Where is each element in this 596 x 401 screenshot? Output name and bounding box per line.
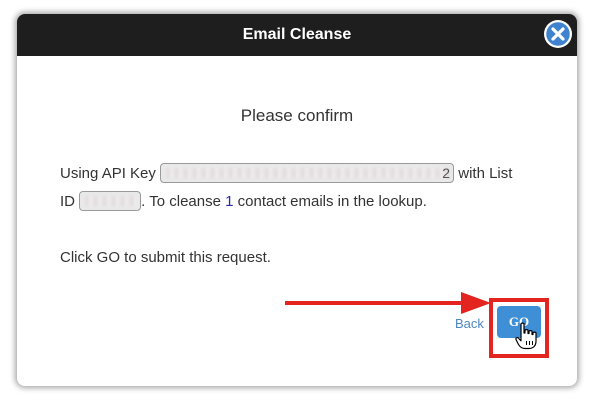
confirm-heading: Please confirm	[240, 106, 354, 125]
red-arrow-annotation	[285, 292, 491, 314]
dialog-titlebar: Email Cleanse	[17, 14, 577, 56]
back-link[interactable]: Back	[455, 316, 484, 331]
cleanse-suffix: contact emails in the lookup.	[237, 193, 427, 210]
api-key-suffix: 2	[442, 165, 451, 182]
api-key-field: 2	[160, 163, 455, 184]
instruction-text: Click GO to submit this request.	[60, 249, 271, 266]
close-button[interactable]	[544, 20, 572, 48]
contact-count: 1	[225, 193, 234, 210]
dialog-title: Email Cleanse	[242, 26, 352, 43]
confirm-message: Using API Key 2 with List ID . To cleans…	[60, 160, 540, 216]
list-id-field	[79, 191, 142, 212]
id-label: ID	[60, 193, 75, 210]
cleanse-prefix: . To cleanse	[141, 193, 221, 210]
list-label: with List	[458, 165, 513, 182]
hand-cursor-icon	[515, 322, 537, 350]
api-key-prefix: Using API Key	[60, 165, 156, 182]
close-icon	[544, 20, 572, 48]
